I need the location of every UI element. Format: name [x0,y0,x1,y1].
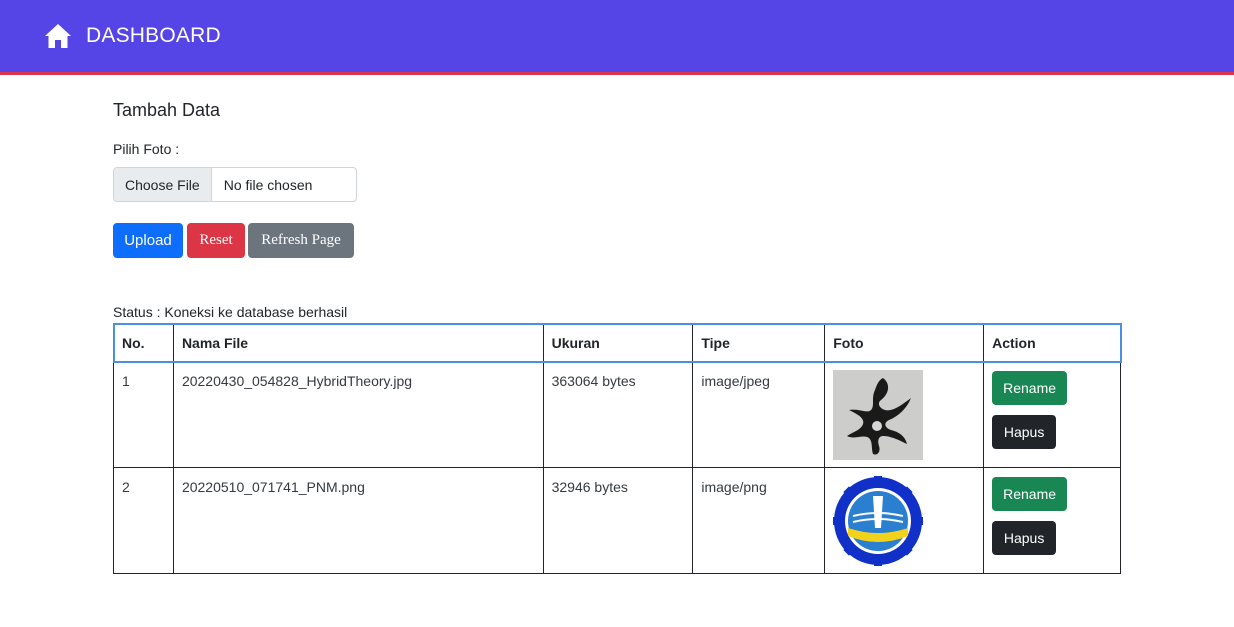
cell-size: 363064 bytes [542,361,694,468]
cell-no: 1 [113,361,174,468]
section-title: Tambah Data [113,100,221,120]
home-icon[interactable] [44,22,72,50]
pnm-logo-thumbnail [833,476,924,566]
header-tipe: Tipe [692,323,826,362]
upload-button[interactable]: Upload [113,223,183,258]
cell-filename: 20220510_071741_PNM.png [172,467,544,574]
header-ukuran: Ukuran [542,323,694,362]
header-action: Action [983,323,1121,362]
cell-actions: Rename Hapus [983,361,1121,468]
photo-label: Pilih Foto : [113,141,180,157]
header-no: No. [113,323,174,362]
cell-size: 32946 bytes [542,467,694,574]
table-row: 2 20220510_071741_PNM.png 32946 bytes im… [113,467,1121,574]
rename-button[interactable]: Rename [992,477,1068,511]
files-table: No. Nama File Ukuran Tipe Foto Action 1 … [112,322,1122,574]
hapus-button[interactable]: Hapus [992,415,1057,449]
table-row: 1 20220430_054828_HybridTheory.jpg 36306… [113,361,1121,468]
cell-actions: Rename Hapus [983,467,1121,574]
hapus-button[interactable]: Hapus [992,521,1057,555]
cell-type: image/png [692,467,826,574]
reset-button[interactable]: Reset [187,223,245,258]
choose-file-button[interactable]: Choose File [114,168,212,201]
hybrid-theory-thumbnail [833,370,924,460]
navbar: DASHBOARD [0,0,1234,75]
cell-photo [824,467,985,574]
rename-button[interactable]: Rename [992,371,1068,405]
cell-filename: 20220430_054828_HybridTheory.jpg [172,361,544,468]
header-nama-file: Nama File [172,323,544,362]
refresh-page-button[interactable]: Refresh Page [248,223,354,258]
table-header-row: No. Nama File Ukuran Tipe Foto Action [112,322,1122,363]
file-status-text: No file chosen [223,176,313,193]
file-input[interactable]: Choose File No file chosen [113,167,357,202]
header-foto: Foto [824,323,985,362]
cell-no: 2 [113,467,174,574]
status-text: Status : Koneksi ke database berhasil [113,304,348,320]
navbar-brand[interactable]: DASHBOARD [86,24,221,48]
cell-type: image/jpeg [692,361,826,468]
cell-photo [824,361,985,468]
